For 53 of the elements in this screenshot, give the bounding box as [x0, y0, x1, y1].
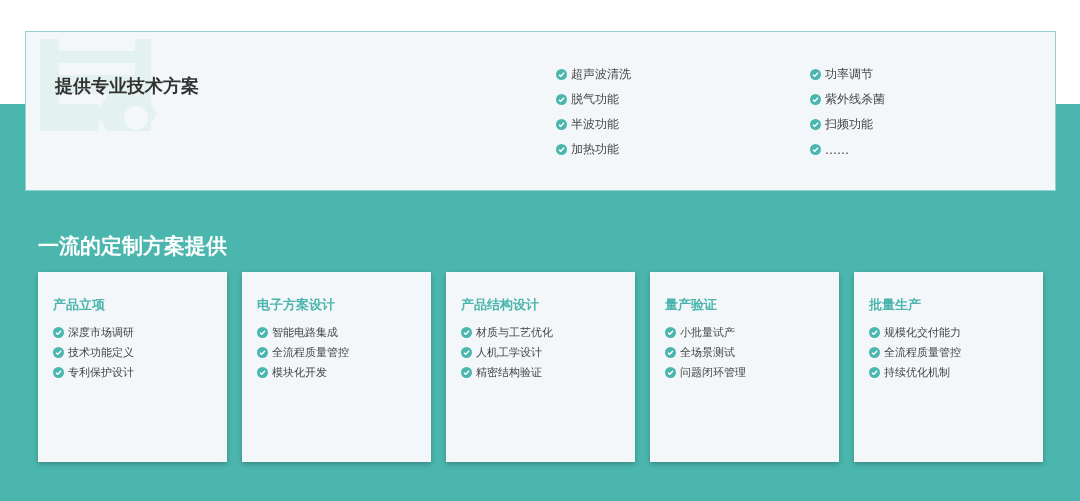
step-item-text: 专利保护设计 — [68, 365, 134, 380]
check-icon — [556, 144, 567, 155]
check-icon — [810, 94, 821, 105]
feature-text: 半波功能 — [571, 116, 619, 133]
check-icon — [257, 327, 268, 338]
step-title: 产品结构设计 — [461, 296, 540, 314]
step-item-text: 智能电路集成 — [272, 325, 338, 340]
check-icon — [53, 367, 64, 378]
feature-text: 加热功能 — [571, 141, 619, 158]
check-icon — [869, 367, 880, 378]
step-item-text: 全流程质量管控 — [272, 345, 349, 360]
check-icon — [810, 119, 821, 130]
check-icon — [869, 327, 880, 338]
check-icon — [257, 367, 268, 378]
step-title: 电子方案设计 — [257, 296, 336, 314]
step-item-text: 材质与工艺优化 — [476, 325, 553, 340]
check-icon — [810, 144, 821, 155]
step-item-text: 持续优化机制 — [884, 365, 950, 380]
feature-text: 扫频功能 — [825, 116, 873, 133]
check-icon — [53, 347, 64, 358]
check-icon — [810, 69, 821, 80]
step-title: 产品立项 — [53, 296, 106, 314]
check-icon — [665, 367, 676, 378]
feature-text: 超声波清洗 — [571, 66, 631, 83]
step-item-text: 全流程质量管控 — [884, 345, 961, 360]
step-item-text: 技术功能定义 — [68, 345, 134, 360]
check-icon — [257, 347, 268, 358]
step-title: 量产验证 — [665, 296, 718, 314]
feature-text: 脱气功能 — [571, 91, 619, 108]
step-item-text: 规模化交付能力 — [884, 325, 961, 340]
feature-text: …… — [825, 142, 849, 157]
check-icon — [461, 347, 472, 358]
check-icon — [869, 347, 880, 358]
step-item-text: 模块化开发 — [272, 365, 327, 380]
step-item-text: 人机工学设计 — [476, 345, 542, 360]
step-item-text: 深度市场调研 — [68, 325, 134, 340]
step-title: 批量生产 — [869, 296, 922, 314]
check-icon — [556, 94, 567, 105]
check-icon — [556, 119, 567, 130]
intro-title: 提供专业技术方案 — [55, 74, 199, 98]
check-icon — [665, 327, 676, 338]
step-item-text: 全场景测试 — [680, 345, 735, 360]
section-title: 一流的定制方案提供 — [38, 233, 228, 259]
check-icon — [461, 327, 472, 338]
check-icon — [53, 327, 64, 338]
check-icon — [461, 367, 472, 378]
feature-text: 紫外线杀菌 — [825, 91, 885, 108]
step-item-text: 问题闭环管理 — [680, 365, 746, 380]
feature-text: 功率调节 — [825, 66, 873, 83]
check-icon — [556, 69, 567, 80]
step-item-text: 精密结构验证 — [476, 365, 542, 380]
check-icon — [665, 347, 676, 358]
step-item-text: 小批量试产 — [680, 325, 735, 340]
